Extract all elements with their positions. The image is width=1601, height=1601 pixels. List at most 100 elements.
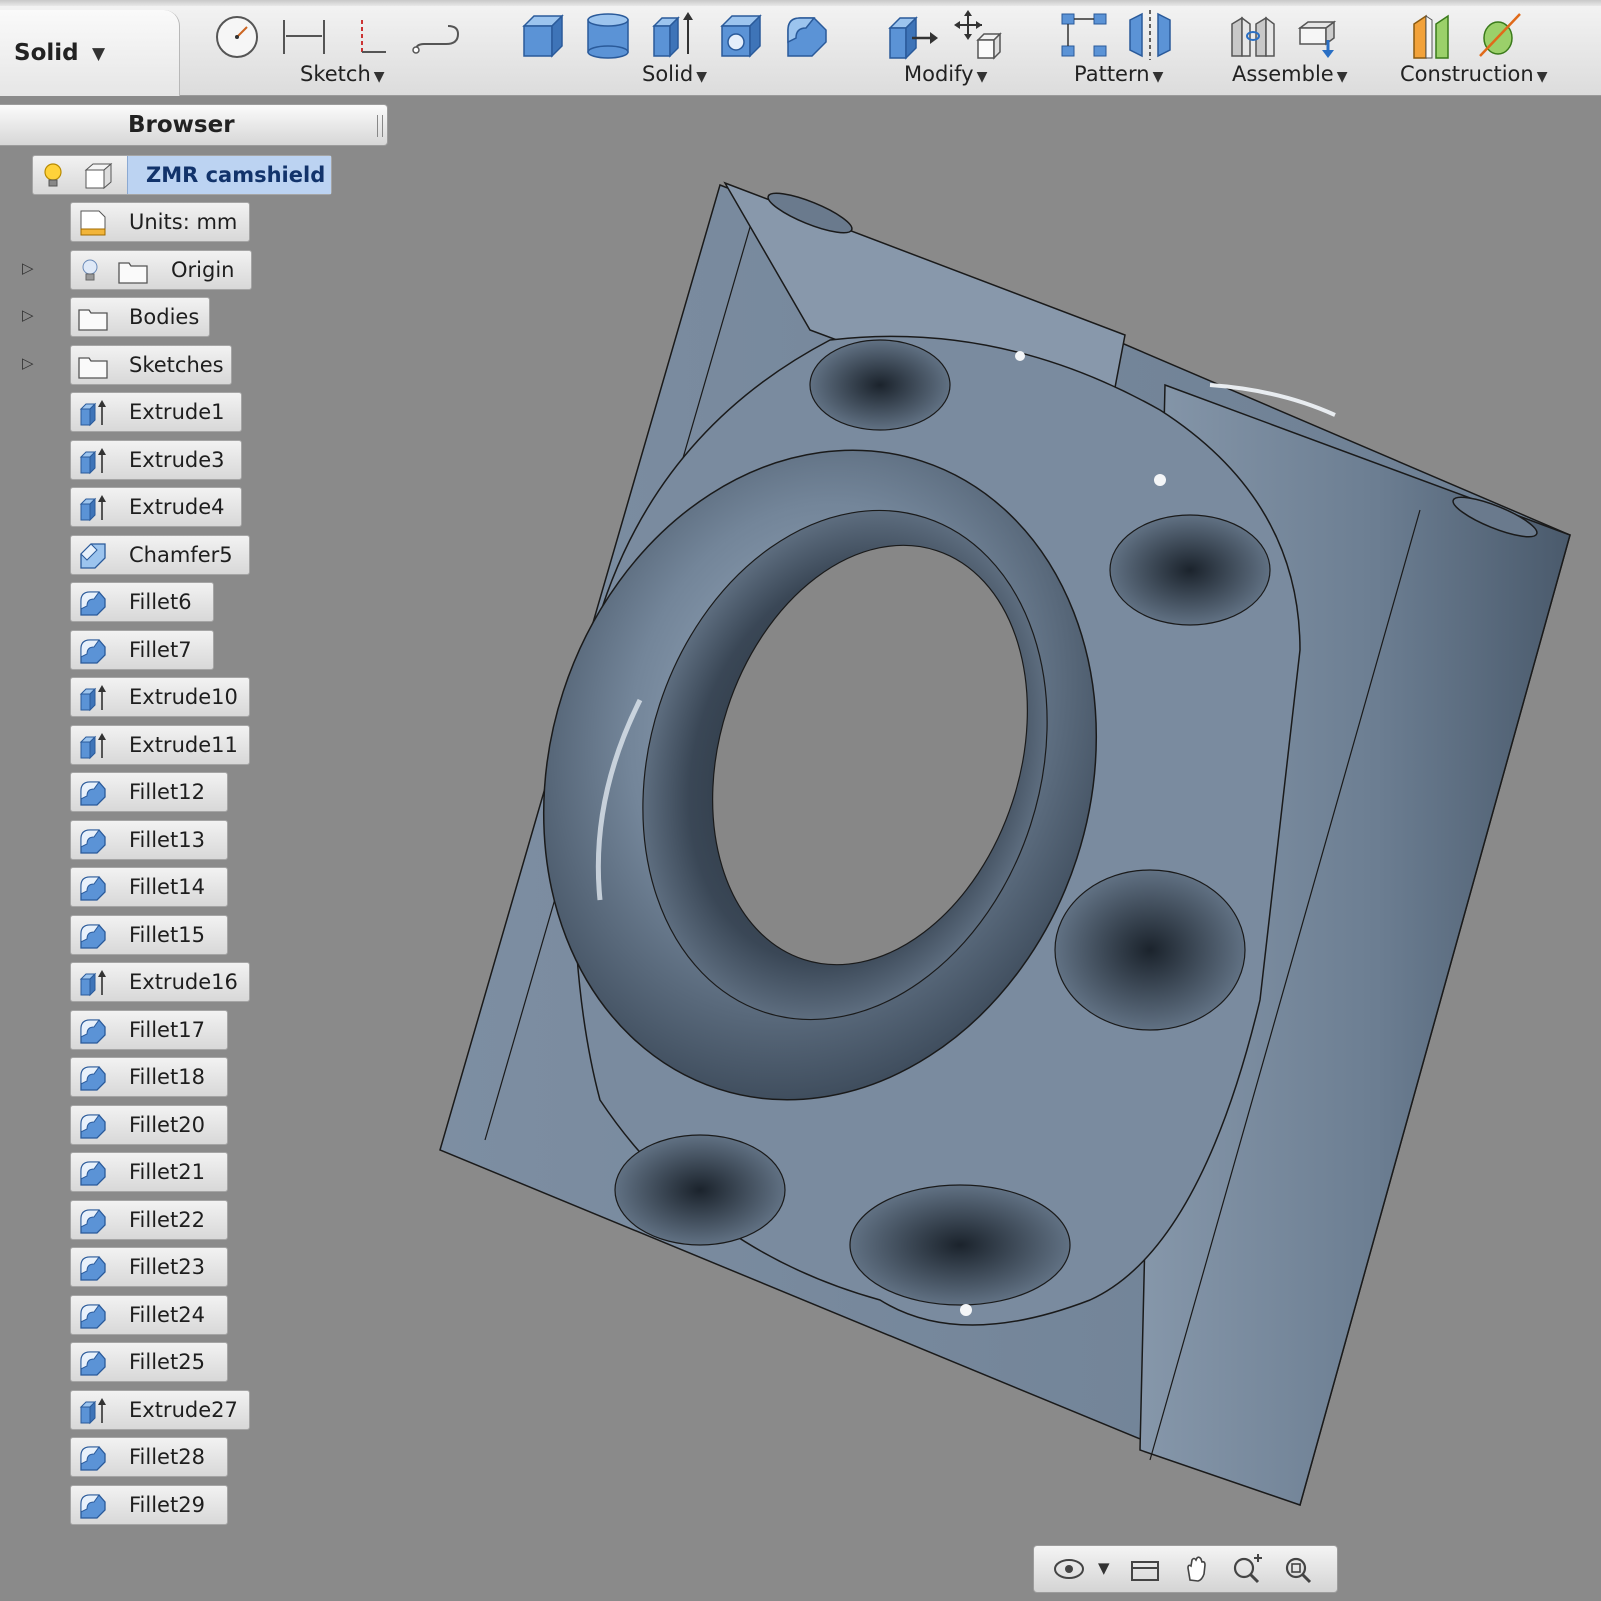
browser-item-units-mm[interactable]: Units: mm [70,202,250,242]
browser-item-label: Chamfer5 [129,542,233,567]
expand-triangle-icon[interactable]: ▷ [22,354,34,372]
browser-item-fillet24[interactable]: Fillet24 [70,1294,228,1335]
browser-item-fillet12[interactable]: Fillet12 [70,772,228,812]
browser-item-fillet21[interactable]: Fillet21 [70,1152,228,1192]
browser-item-label: Extrude10 [129,685,238,709]
browser-item-extrude3[interactable]: Extrude3 [70,439,242,480]
folder-icon [118,261,148,284]
pocket-bottom-left [614,1134,786,1246]
pocket-top [809,339,951,431]
browser-item-fillet22[interactable]: Fillet22 [70,1199,228,1240]
browser-item-fillet18[interactable]: Fillet18 [70,1057,228,1097]
browser-item-label: Sketches [129,352,224,377]
browser-item-fillet23[interactable]: Fillet23 [70,1247,228,1287]
browser-item-extrude4[interactable]: Extrude4 [70,487,242,527]
construction-group-label[interactable]: Construction ▼ [1400,62,1548,86]
solid-group-label[interactable]: Solid ▼ [642,62,707,86]
orbit-icon[interactable] [1052,1554,1086,1584]
mirror-icon[interactable] [1126,10,1174,60]
pocket-side [1054,869,1246,1031]
extrude-feature-icon [79,447,106,474]
browser-item-label: Fillet15 [129,922,205,947]
expand-triangle-icon[interactable]: ▷ [22,259,34,277]
browser-item-fillet13[interactable]: Fillet13 [70,819,228,860]
fillet-tool-icon[interactable] [782,12,830,60]
sketch-dimension-icon[interactable] [280,14,328,60]
browser-item-chamfer5[interactable]: Chamfer5 [70,534,250,575]
panel-resize-grip[interactable] [377,115,383,137]
fillet-feature-icon [80,1256,106,1281]
fit-view-icon[interactable] [1282,1554,1316,1584]
expand-triangle-icon[interactable]: ▷ [22,306,34,324]
fillet-feature-icon [80,828,106,854]
sketch-line-icon[interactable] [350,14,390,60]
workspace-switcher[interactable]: Solid ▼ [0,10,180,96]
cylinder-icon[interactable] [584,12,632,60]
axis-icon[interactable] [1476,10,1526,60]
3d-viewport[interactable] [390,97,1601,1601]
offset-plane-icon[interactable] [1410,10,1462,60]
fillet-feature-icon [80,1446,106,1471]
main-toolbar: Solid ▼ Sketch ▼ Solid ▼ Modify ▼ Patter… [0,0,1601,96]
extrude-icon[interactable] [650,10,698,60]
browser-item-fillet17[interactable]: Fillet17 [70,1009,228,1050]
browser-panel-header[interactable]: Browser [0,104,388,146]
browser-item-sketches[interactable]: Sketches [70,344,232,385]
pocket-right [1109,514,1271,626]
rectangular-pattern-icon[interactable] [1058,10,1110,60]
press-pull-icon[interactable] [886,10,938,60]
fillet-feature-icon [80,923,106,949]
look-at-icon[interactable] [1128,1554,1162,1584]
browser-item-label: Fillet20 [129,1112,205,1137]
insert-component-icon[interactable] [1294,10,1346,60]
browser-item-extrude10[interactable]: Extrude10 [70,677,250,717]
fillet-feature-icon [80,1018,106,1044]
assemble-group-label[interactable]: Assemble ▼ [1232,62,1348,86]
browser-item-label: Fillet18 [129,1065,205,1089]
browser-item-label: Fillet13 [129,827,205,852]
browser-item-fillet6[interactable]: Fillet6 [70,582,214,622]
browser-root-item[interactable]: ZMR camshield [32,155,332,195]
browser-item-fillet29[interactable]: Fillet29 [70,1484,228,1525]
browser-item-label: Fillet29 [129,1492,205,1517]
browser-item-origin[interactable]: Origin [70,249,252,290]
browser-item-extrude16[interactable]: Extrude16 [70,962,250,1002]
browser-item-label: Units: mm [129,210,238,234]
sketch-circle-icon[interactable] [214,14,260,60]
lightbulb-off-icon[interactable] [79,257,101,285]
browser-item-label: Fillet12 [129,780,205,804]
chevron-down-icon: ▼ [1536,69,1548,85]
sketch-spline-icon[interactable] [410,14,462,60]
hole-icon[interactable] [716,12,764,60]
construction-label: Construction [1400,62,1534,86]
browser-item-extrude27[interactable]: Extrude27 [70,1389,250,1430]
browser-item-extrude11[interactable]: Extrude11 [70,724,250,765]
zoom-icon[interactable] [1230,1554,1264,1584]
chevron-down-icon[interactable]: ▼ [1098,1559,1110,1577]
browser-item-bodies[interactable]: Bodies [70,297,210,337]
sketch-group-label[interactable]: Sketch ▼ [300,62,385,86]
fillet-feature-icon [80,1493,106,1519]
modify-group-label[interactable]: Modify ▼ [904,62,987,86]
browser-item-fillet28[interactable]: Fillet28 [70,1437,228,1477]
browser-item-fillet7[interactable]: Fillet7 [70,629,214,670]
move-icon[interactable] [954,10,1006,60]
browser-item-fillet25[interactable]: Fillet25 [70,1342,228,1382]
lightbulb-icon[interactable] [41,162,65,190]
pan-hand-icon[interactable] [1180,1554,1214,1584]
box-icon[interactable] [518,12,566,60]
specular-highlight [1015,351,1025,361]
browser-item-fillet14[interactable]: Fillet14 [70,867,228,907]
browser-item-label: Fillet25 [129,1350,205,1374]
browser-item-extrude1[interactable]: Extrude1 [70,392,242,432]
browser-item-fillet15[interactable]: Fillet15 [70,914,228,955]
component-icon [84,162,113,190]
browser-item-label: Origin [171,257,235,282]
browser-item-label: Fillet6 [129,590,192,614]
pattern-group-label[interactable]: Pattern ▼ [1074,62,1163,86]
assemble-label: Assemble [1232,62,1334,86]
browser-item-fillet20[interactable]: Fillet20 [70,1104,228,1145]
units-document-icon [80,210,106,236]
joint-icon[interactable] [1228,10,1280,60]
fillet-feature-icon [80,1303,106,1329]
